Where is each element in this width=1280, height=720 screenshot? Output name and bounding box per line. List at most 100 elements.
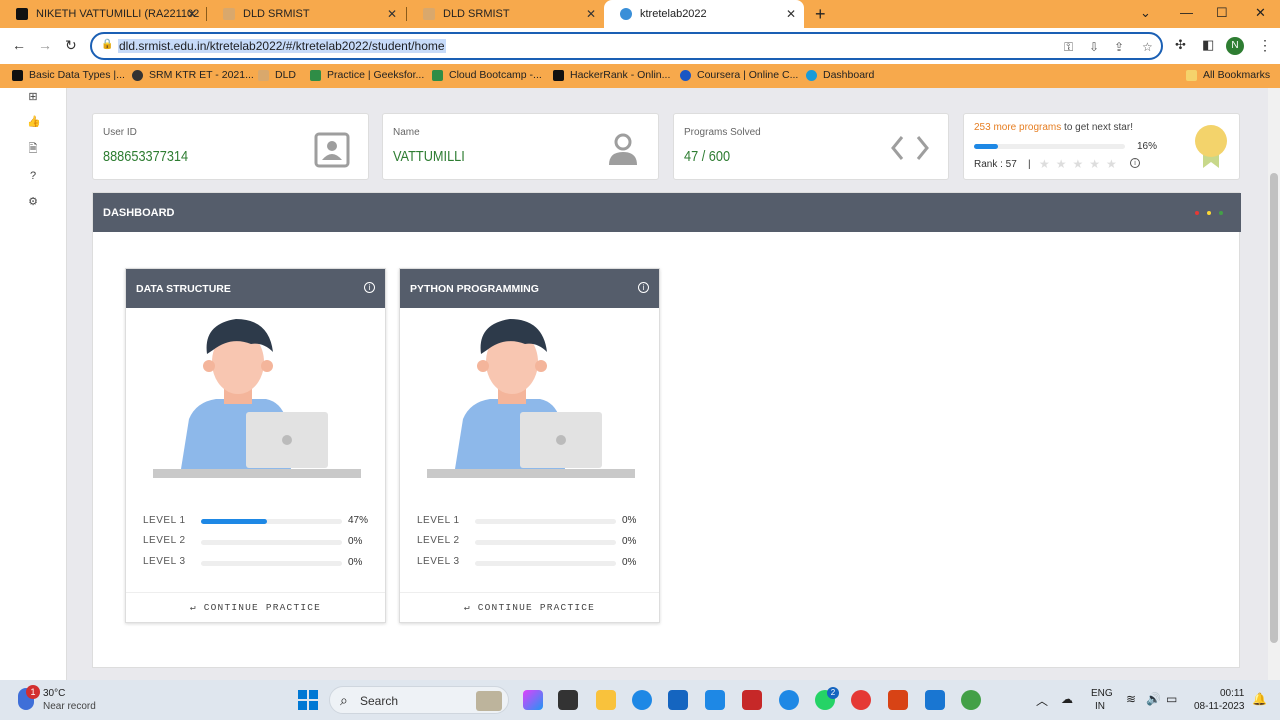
clock-time[interactable]: 00:11 — [1220, 688, 1244, 699]
hackerrank-icon — [12, 69, 23, 81]
file-explorer-icon[interactable] — [596, 690, 616, 710]
rank-text: Rank : 57 — [974, 159, 1017, 170]
search-label: Search — [360, 694, 399, 708]
battery-icon[interactable]: ▭ — [1166, 692, 1177, 706]
share-icon[interactable]: ⇪ — [1114, 40, 1124, 54]
more-programs-count: 253 more programs — [974, 122, 1062, 133]
level-pct: 0% — [348, 557, 363, 568]
show-hidden-icons[interactable]: ︿ — [1036, 692, 1048, 709]
geeksforgeeks-icon — [432, 69, 443, 81]
level-progress-fill — [201, 519, 268, 524]
document-icon[interactable]: 🗎 — [27, 143, 39, 155]
close-icon[interactable]: ✕ — [387, 7, 397, 21]
windows-start-icon[interactable] — [298, 690, 318, 710]
bookmark-item[interactable]: DLD — [258, 69, 296, 81]
maximize-icon[interactable]: ☐ — [1216, 5, 1228, 21]
tab-1[interactable]: NIKETH VATTUMILLI (RA221102 ✕ — [0, 0, 205, 28]
reload-icon[interactable]: ↻ — [65, 37, 77, 54]
language-eng[interactable]: ENG — [1091, 688, 1113, 699]
bookmark-item[interactable]: SRM KTR ET - 2021... — [132, 69, 254, 81]
level-progress-bar — [475, 540, 616, 545]
task-view-icon[interactable] — [558, 690, 578, 710]
extensions-icon[interactable]: ✣ — [1175, 37, 1186, 53]
continue-practice-button[interactable]: ↵ CONTINUE PRACTICE — [400, 602, 659, 613]
divider — [126, 592, 385, 593]
bookmark-label: Cloud Bootcamp -... — [449, 69, 542, 81]
programs-solved-value: 47 / 600 — [684, 148, 731, 165]
close-icon[interactable]: ✕ — [586, 7, 596, 21]
level-pct: 0% — [622, 515, 637, 526]
tab-2[interactable]: DLD SRMIST ✕ — [207, 0, 405, 28]
temperature: 30°C — [43, 688, 66, 699]
forward-icon[interactable]: → — [38, 37, 52, 53]
bookmark-item[interactable]: Cloud Bootcamp -... — [432, 69, 542, 81]
tab-4-active[interactable]: ktretelab2022 ✕ — [604, 0, 804, 28]
bookmark-item[interactable]: Dashboard — [806, 69, 874, 81]
vscode-icon[interactable] — [925, 690, 945, 710]
minimize-icon[interactable]: — — [1180, 5, 1193, 20]
chrome-icon[interactable] — [851, 690, 871, 710]
window-close-icon[interactable]: ✕ — [1255, 5, 1266, 21]
bookmark-item[interactable]: Coursera | Online C... — [680, 69, 798, 81]
key-icon[interactable]: ⚿ — [1064, 40, 1073, 55]
student-laptop-illustration — [427, 319, 635, 478]
bookmark-item[interactable]: Practice | Geeksfor... — [310, 69, 424, 81]
powerpoint-icon[interactable] — [888, 690, 908, 710]
close-icon[interactable]: ✕ — [786, 7, 796, 21]
menu-icon[interactable]: ⋮ — [1258, 37, 1272, 54]
info-icon[interactable]: i — [364, 282, 375, 293]
page-scrollbar[interactable] — [1268, 88, 1280, 680]
side-panel-icon[interactable]: ◧ — [1202, 37, 1214, 53]
clock-date[interactable]: 08-11-2023 — [1194, 701, 1244, 712]
level-progress-bar — [201, 561, 342, 566]
next-star-text: 253 more programs to get next star! — [974, 122, 1133, 133]
course-card-data-structure: DATA STRUCTURE i LEVEL 1 47% LEVEL 2 0% … — [125, 268, 386, 623]
name-label: Name — [393, 127, 420, 138]
name-card: Name VATTUMILLI — [382, 113, 659, 180]
edge-icon[interactable] — [632, 690, 652, 710]
bookmark-item[interactable]: Basic Data Types |... — [12, 69, 125, 81]
continue-practice-button[interactable]: ↵ CONTINUE PRACTICE — [126, 602, 385, 613]
taskbar-search[interactable]: ⌕ Search — [329, 686, 509, 714]
lock-icon[interactable]: 🔒 — [101, 39, 113, 50]
tab-search-icon[interactable]: ⌄ — [1140, 5, 1151, 21]
install-icon[interactable]: ⇩ — [1089, 40, 1099, 54]
help-app-icon[interactable] — [779, 690, 799, 710]
bookmark-label: Dashboard — [823, 69, 875, 81]
bookmark-star-icon[interactable]: ☆ — [1142, 40, 1153, 54]
copilot-icon[interactable] — [523, 690, 543, 710]
level-label: LEVEL 1 — [143, 515, 186, 526]
tab-3[interactable]: DLD SRMIST ✕ — [407, 0, 604, 28]
back-icon[interactable]: ← — [12, 37, 26, 53]
scrollbar-thumb[interactable] — [1270, 173, 1278, 643]
add-icon[interactable]: ⊞ — [27, 91, 39, 103]
language-in[interactable]: IN — [1095, 701, 1105, 712]
all-bookmarks[interactable]: All Bookmarks — [1186, 69, 1270, 81]
bookmark-item[interactable]: HackerRank - Onlin... — [553, 69, 670, 81]
srm-icon — [132, 69, 143, 81]
store-icon[interactable] — [668, 690, 688, 710]
info-icon[interactable]: i — [638, 282, 649, 293]
profile-avatar[interactable]: N — [1226, 37, 1244, 55]
status-dot-yellow — [1207, 211, 1211, 215]
volume-icon[interactable]: 🔊 — [1146, 692, 1161, 706]
chrome-profile-icon[interactable] — [961, 690, 981, 710]
url-text[interactable]: dld.srmist.edu.in/ktretelab2022/#/ktrete… — [118, 39, 446, 53]
course-header: PYTHON PROGRAMMING i — [400, 269, 659, 308]
tab-title: DLD SRMIST — [243, 8, 310, 20]
cloud-icon[interactable]: ☁ — [1061, 692, 1073, 706]
close-icon[interactable]: ✕ — [187, 7, 197, 21]
hp-icon[interactable] — [705, 690, 725, 710]
thumbs-up-icon[interactable]: 👍 — [27, 116, 41, 128]
settings-icon[interactable]: ⚙ — [27, 196, 39, 208]
new-tab-icon[interactable]: + — [815, 4, 826, 25]
continue-practice-label: CONTINUE PRACTICE — [203, 602, 322, 613]
info-icon[interactable]: i — [1130, 158, 1140, 168]
wifi-icon[interactable]: ≋ — [1126, 692, 1136, 706]
course-title: DATA STRUCTURE — [136, 283, 231, 295]
mcafee-icon[interactable] — [742, 690, 762, 710]
notification-bell-icon[interactable]: 🔔 — [1252, 692, 1267, 706]
help-icon[interactable]: ? — [27, 170, 39, 182]
address-bar[interactable]: 🔒 dld.srmist.edu.in/ktretelab2022/#/ktre… — [90, 32, 1163, 60]
dld-icon — [258, 69, 269, 81]
